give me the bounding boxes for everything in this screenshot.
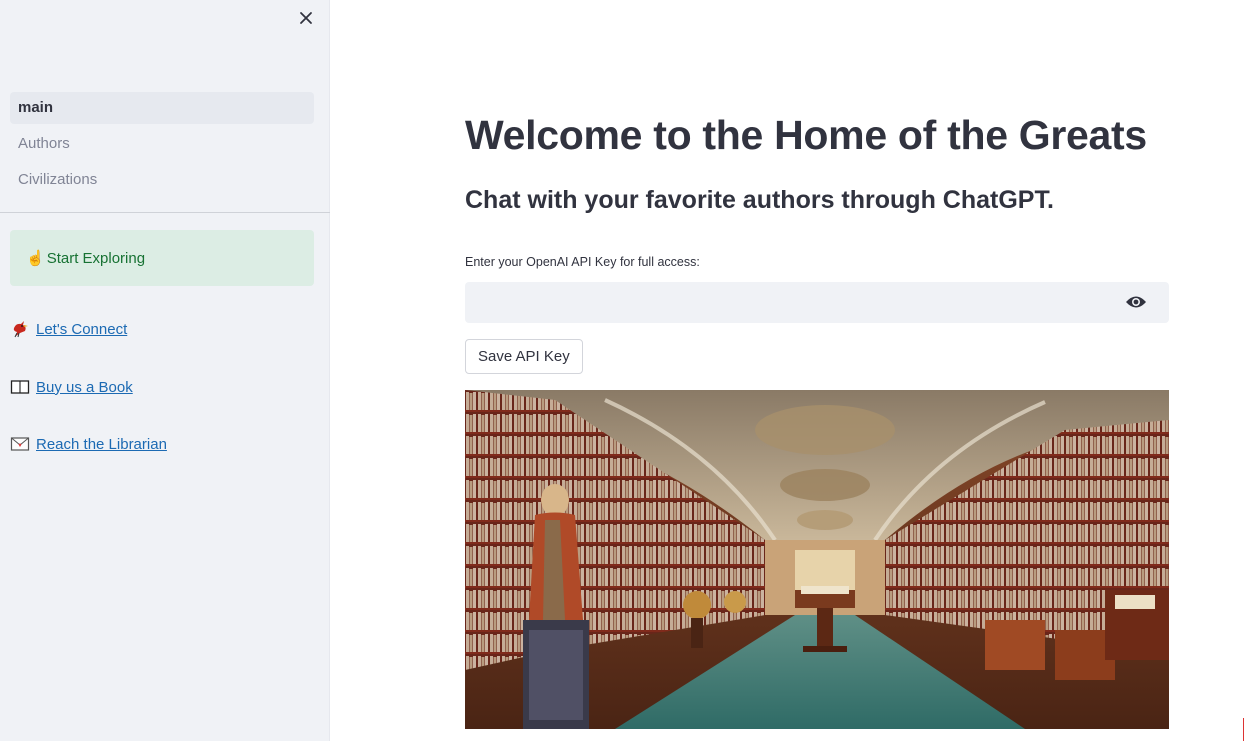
- library-hall-image: [465, 390, 1169, 729]
- pointing-up-icon: ☝️: [26, 250, 45, 267]
- lets-connect-label: Let's Connect: [36, 320, 128, 338]
- start-exploring-alert: ☝️ Start Exploring: [10, 230, 314, 286]
- api-key-field: [465, 282, 1169, 323]
- save-api-key-button[interactable]: Save API Key: [465, 339, 583, 374]
- lets-connect-link[interactable]: Let's Connect: [10, 320, 127, 338]
- api-key-input[interactable]: [465, 282, 1105, 323]
- nav-item-civilizations[interactable]: Civilizations: [10, 164, 314, 196]
- nav-item-main[interactable]: main: [10, 92, 314, 124]
- page-title: Welcome to the Home of the Greats: [465, 112, 1147, 158]
- eye-icon[interactable]: [1125, 294, 1147, 310]
- reach-the-librarian-label: Reach the Librarian: [36, 435, 167, 453]
- sidebar: main Authors Civilizations ☝️ Start Expl…: [0, 0, 330, 741]
- api-key-label: Enter your OpenAI API Key for full acces…: [465, 255, 700, 269]
- page-subtitle: Chat with your favorite authors through …: [465, 186, 1054, 214]
- cardinal-bird-icon: [10, 320, 30, 338]
- close-sidebar-button[interactable]: [296, 8, 316, 28]
- envelope-icon: [10, 435, 30, 453]
- nav-item-authors[interactable]: Authors: [10, 128, 314, 160]
- alert-text: Start Exploring: [46, 249, 146, 267]
- book-icon: [10, 378, 30, 396]
- buy-us-a-book-link[interactable]: Buy us a Book: [10, 378, 133, 396]
- corner-indicator: [1243, 718, 1244, 741]
- buy-us-a-book-label: Buy us a Book: [36, 378, 133, 396]
- close-icon: [300, 12, 312, 24]
- sidebar-nav: main Authors Civilizations: [10, 92, 314, 200]
- reach-the-librarian-link[interactable]: Reach the Librarian: [10, 435, 167, 453]
- sidebar-divider: [0, 212, 330, 213]
